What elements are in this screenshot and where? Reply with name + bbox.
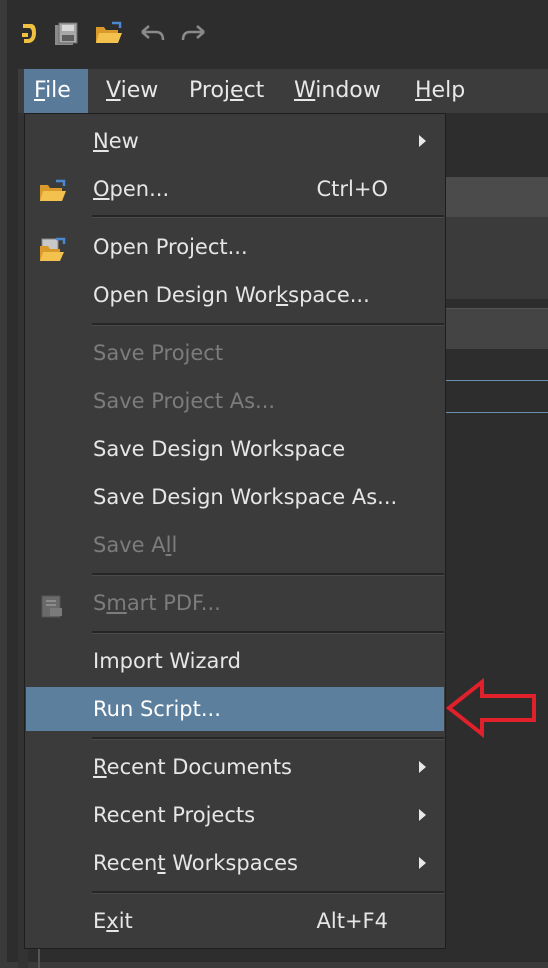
menu-item-smart-pdf-label: Smart PDF... <box>93 581 221 625</box>
save-all-icon[interactable] <box>52 20 80 48</box>
menu-help[interactable]: Help <box>405 69 475 113</box>
menu-item-recent-documents-label: Recent Documents <box>93 745 292 789</box>
menu-item-open-label: Open... <box>93 167 169 211</box>
menu-item-open-project-label: Open Project... <box>93 235 248 259</box>
menu-view-mnemonic: V <box>106 78 121 103</box>
menu-item-open-design-workspace[interactable]: Open Design Workspace... <box>26 273 444 317</box>
menu-item-save-all-label: Save All <box>93 523 177 567</box>
submenu-arrow-icon <box>419 761 426 773</box>
recent-workspaces-label-rest: Workspaces <box>165 851 298 875</box>
recent-workspaces-mnemonic: t <box>157 851 166 875</box>
file-menu-dropdown: New Open... Ctrl+O Open Project... Open … <box>24 113 446 949</box>
menu-item-save-project-as-label: Save Project As... <box>93 389 276 413</box>
menu-file[interactable]: File <box>24 69 88 113</box>
exit-label-pre: E <box>93 909 107 933</box>
menu-item-recent-projects-label: Recent Projects <box>93 803 256 827</box>
menu-separator <box>92 215 444 218</box>
submenu-arrow-icon <box>419 809 426 821</box>
menu-item-save-design-workspace[interactable]: Save Design Workspace <box>26 427 444 471</box>
undo-icon[interactable] <box>138 23 166 45</box>
menu-file-label: ile <box>45 78 71 103</box>
menu-view[interactable]: View <box>96 69 168 113</box>
menu-separator <box>92 323 444 326</box>
open-label-rest: pen... <box>109 177 170 201</box>
exit-mnemonic: x <box>106 909 119 933</box>
menu-separator <box>92 631 444 634</box>
new-label-rest: ew <box>108 129 139 153</box>
background-panel-tab <box>440 308 548 349</box>
redo-icon[interactable] <box>180 23 208 45</box>
menu-help-label: elp <box>431 78 466 103</box>
menu-window[interactable]: Window <box>284 69 391 113</box>
open-mnemonic: O <box>93 177 110 201</box>
background-panel <box>440 217 548 299</box>
menu-bar: File View Project Window Help <box>18 69 548 113</box>
menu-item-import-wizard-label: Import Wizard <box>93 649 241 673</box>
recent-documents-mnemonic: R <box>93 755 107 779</box>
window-border-bottom <box>0 962 548 968</box>
open-project-icon <box>38 234 68 278</box>
menu-item-save-all: Save All <box>26 523 444 567</box>
submenu-arrow-icon <box>419 135 426 147</box>
menu-item-save-project-label: Save Project <box>93 341 224 365</box>
menu-item-save-project: Save Project <box>26 331 444 375</box>
menu-item-run-script[interactable]: Run Script... <box>26 687 444 731</box>
menu-file-mnemonic: F <box>34 78 46 103</box>
menu-item-exit[interactable]: Exit Alt+F4 <box>26 899 444 943</box>
menu-window-label: indow <box>315 78 381 103</box>
menu-window-mnemonic: W <box>294 78 316 103</box>
menu-item-recent-workspaces-label: Recent Workspaces <box>93 841 298 885</box>
new-mnemonic: N <box>93 129 109 153</box>
menu-view-label: iew <box>120 78 159 103</box>
recent-documents-label-rest: ecent Documents <box>106 755 292 779</box>
menu-item-save-design-workspace-as-label: Save Design Workspace As... <box>93 485 398 509</box>
open-shortcut: Ctrl+O <box>316 177 389 201</box>
menu-separator <box>92 573 444 576</box>
submenu-arrow-icon <box>419 857 426 869</box>
exit-label-rest: it <box>118 909 133 933</box>
smart-pdf-label-rest: art PDF... <box>126 591 221 615</box>
app-window: File View Project Window Help New Open..… <box>0 0 548 968</box>
altium-logo-icon[interactable] <box>20 21 38 47</box>
smart-pdf-mnemonic: m <box>106 591 127 615</box>
smart-pdf-label-pre: S <box>93 591 107 615</box>
menu-item-open-design-workspace-label: Open Design Workspace... <box>93 273 370 317</box>
menu-item-run-script-label: Run Script... <box>93 697 221 721</box>
menu-item-save-design-workspace-as[interactable]: Save Design Workspace As... <box>26 475 444 519</box>
menu-item-open[interactable]: Open... Ctrl+O <box>26 167 444 211</box>
background-selection-row <box>440 380 548 413</box>
menu-item-new[interactable]: New <box>26 119 444 163</box>
menu-item-smart-pdf: Smart PDF... <box>26 581 444 625</box>
menu-project-label-pre: Proj <box>189 78 231 103</box>
open-workspace-label-pre: Open Design Wor <box>93 283 276 307</box>
menu-project[interactable]: Project <box>179 69 274 113</box>
quick-access-toolbar <box>20 14 208 54</box>
arrow-left-outline-icon <box>445 677 538 742</box>
menu-separator <box>92 737 444 740</box>
folder-open-icon <box>38 176 68 220</box>
save-all-label-rest: l <box>171 533 178 557</box>
menu-item-save-project-as: Save Project As... <box>26 379 444 423</box>
menu-project-mnemonic: e <box>230 78 244 103</box>
menu-item-new-label: New <box>93 119 139 163</box>
open-workspace-mnemonic: k <box>275 283 289 307</box>
window-border-left <box>0 0 7 968</box>
menu-item-exit-label: Exit <box>93 899 133 943</box>
background-panel-header <box>440 177 548 217</box>
smart-pdf-icon <box>38 590 66 634</box>
recent-workspaces-label-pre: Recen <box>93 851 158 875</box>
menu-project-label: ct <box>243 78 265 103</box>
menu-item-open-project[interactable]: Open Project... <box>26 225 444 269</box>
menu-item-save-design-workspace-label: Save Design Workspace <box>93 437 346 461</box>
menu-separator <box>92 891 444 894</box>
save-all-label-pre: Save A <box>93 533 166 557</box>
folder-open-icon[interactable] <box>94 21 124 47</box>
open-workspace-label-rest: space... <box>288 283 370 307</box>
menu-item-recent-documents[interactable]: Recent Documents <box>26 745 444 789</box>
menu-item-recent-workspaces[interactable]: Recent Workspaces <box>26 841 444 885</box>
menu-help-mnemonic: H <box>415 78 432 103</box>
exit-shortcut: Alt+F4 <box>316 909 388 933</box>
menu-item-import-wizard[interactable]: Import Wizard <box>26 639 444 683</box>
menu-item-recent-projects[interactable]: Recent Projects <box>26 793 444 837</box>
